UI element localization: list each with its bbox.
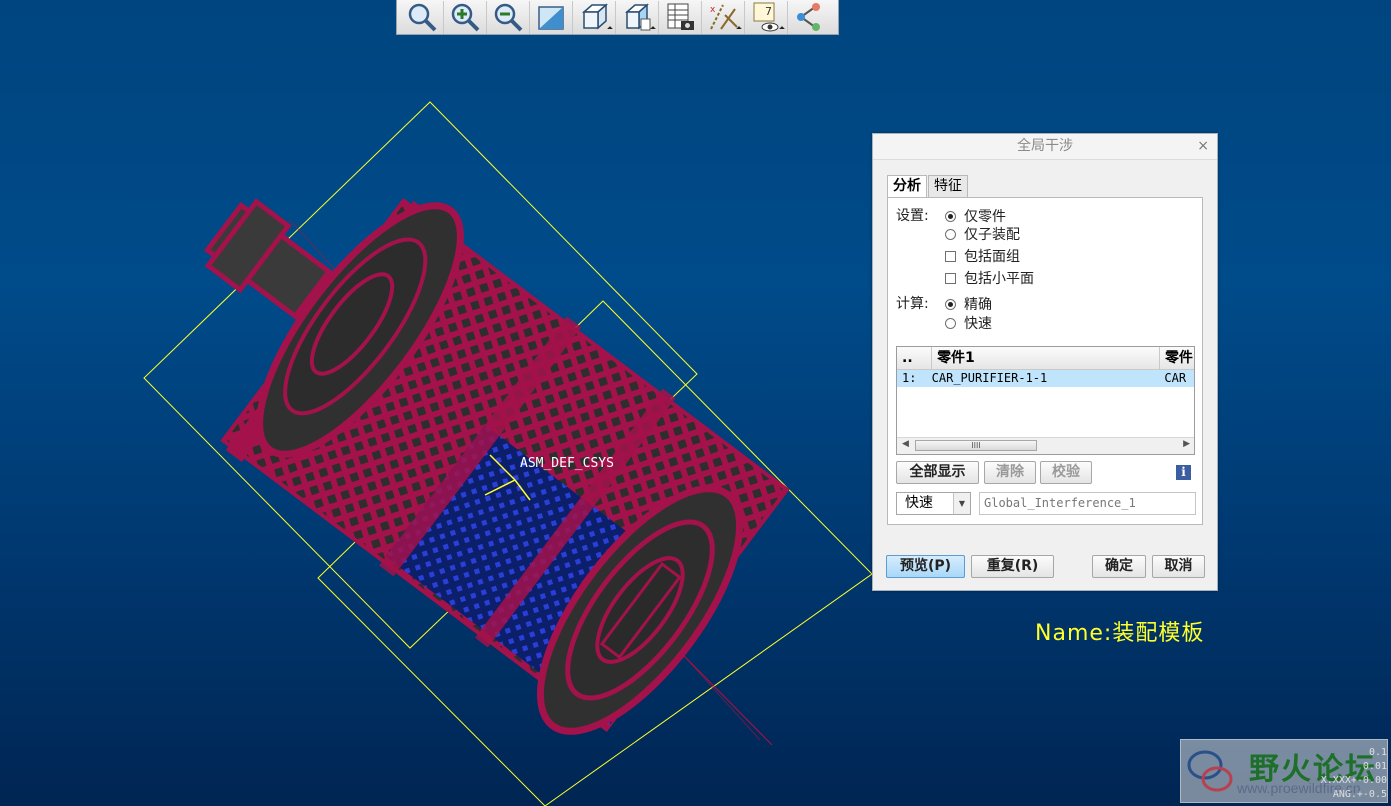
ok-button[interactable]: 确定 — [1092, 555, 1146, 578]
tab-analysis[interactable]: 分析 — [887, 175, 927, 198]
radio-parts-only[interactable]: 仅零件 — [945, 206, 1006, 226]
interference-results-list[interactable]: .. 零件1 零件 1: CAR_PURIFIER-1-1 CAR ◀ IIII… — [896, 346, 1195, 455]
tolerance-readout-2: 0.01 — [1362, 761, 1387, 772]
dropdown-arrow-icon — [779, 25, 785, 32]
radio-quick[interactable]: 快速 — [945, 313, 992, 333]
svg-text:x: x — [710, 5, 716, 15]
checkbox-include-quilts[interactable]: 包括面组 — [945, 246, 1020, 266]
radio-selected-icon — [945, 210, 956, 222]
scrollbar-thumb[interactable]: IIII — [915, 440, 1037, 451]
table-row[interactable]: 1: CAR_PURIFIER-1-1 CAR — [897, 370, 1194, 387]
list-header: .. 零件1 零件 — [897, 347, 1194, 370]
butterfly-logo-icon — [1187, 750, 1233, 792]
view-toolbar: x 7 — [396, 0, 839, 35]
csys-label: ASM_DEF_CSYS — [520, 456, 614, 471]
checkbox-icon — [945, 272, 956, 284]
row-part1: CAR_PURIFIER-1-1 — [931, 371, 1048, 385]
repaint-button[interactable] — [530, 0, 573, 34]
radio-unselected-icon — [945, 228, 956, 240]
zoom-out-button[interactable] — [487, 0, 530, 34]
cancel-button[interactable]: 取消 — [1152, 555, 1205, 578]
verify-button[interactable]: 校验 — [1040, 461, 1092, 484]
dialog-title: 全局干涉 — [1017, 138, 1073, 154]
settings-label: 设置: — [896, 208, 929, 224]
spin-center-button[interactable] — [788, 1, 830, 34]
show-all-button[interactable]: 全部显示 — [896, 461, 979, 484]
column-header-part1[interactable]: 零件1 — [932, 347, 1160, 369]
compute-mode-select[interactable]: 快速 ▼ — [896, 492, 971, 515]
radio-unselected-icon — [945, 317, 956, 329]
view-manager-icon — [625, 3, 651, 31]
view-manager-button[interactable] — [616, 0, 659, 34]
repeat-button[interactable]: 重复(R) — [971, 555, 1054, 578]
tab-feature[interactable]: 特征 — [928, 175, 968, 197]
model-name-annotation: Name:装配模板 — [1035, 621, 1205, 646]
dialog-titlebar[interactable]: 全局干涉 × — [873, 134, 1217, 160]
info-icon[interactable]: i — [1176, 465, 1191, 480]
checkbox-label: 包括小平面 — [964, 271, 1034, 287]
compute-mode-value: 快速 — [905, 495, 933, 511]
dropdown-arrow-icon — [650, 25, 656, 32]
tolerance-readout-3: X.XXX+-0.00 — [1320, 775, 1387, 786]
radio-label: 仅子装配 — [964, 227, 1020, 243]
annotation-eye-icon: 7 — [753, 2, 779, 32]
magnifier-icon — [408, 3, 437, 32]
saved-views-button[interactable] — [573, 0, 616, 34]
datum-display-button[interactable]: x — [702, 0, 745, 34]
horizontal-scrollbar[interactable]: ◀ IIII ▶ — [897, 437, 1194, 454]
analysis-name-field[interactable]: Global_Interference_1 — [979, 492, 1196, 515]
datum-display-icon: x — [710, 4, 738, 30]
chevron-down-icon: ▼ — [953, 493, 970, 514]
model-tree-settings-button[interactable] — [659, 0, 702, 34]
global-interference-dialog: 全局干涉 × 分析 特征 设置: 仅零件 仅子装配 包括面组 包括小平面 计算:… — [872, 133, 1218, 591]
radio-label: 精确 — [964, 297, 992, 313]
repaint-icon — [538, 6, 564, 30]
table-camera-icon — [667, 3, 694, 30]
dialog-tabs: 分析 特征 — [887, 175, 969, 198]
tolerance-readout-4: ANG.+-0.5 — [1332, 789, 1387, 800]
row-index: 1: — [902, 371, 917, 385]
checkbox-label: 包括面组 — [964, 249, 1020, 265]
radio-exact[interactable]: 精确 — [945, 294, 992, 314]
spin-center-icon — [797, 3, 820, 31]
radio-selected-icon — [945, 298, 956, 310]
radio-label: 仅零件 — [964, 209, 1006, 225]
zoom-fit-button[interactable] — [401, 0, 444, 34]
row-part2: CAR — [1164, 371, 1187, 385]
column-header-index[interactable]: .. — [897, 347, 933, 369]
scroll-right-icon[interactable]: ▶ — [1183, 439, 1190, 449]
clear-button[interactable]: 清除 — [984, 461, 1036, 484]
scroll-left-icon[interactable]: ◀ — [902, 439, 909, 449]
compute-label: 计算: — [896, 296, 929, 312]
preview-button[interactable]: 预览(P) — [886, 555, 965, 578]
column-header-part2[interactable]: 零件 — [1160, 347, 1194, 369]
tolerance-readout-1: 0.1 — [1368, 747, 1387, 758]
dropdown-arrow-icon — [736, 25, 742, 32]
cube-icon — [582, 3, 608, 30]
analysis-panel: 设置: 仅零件 仅子装配 包括面组 包括小平面 计算: 精确 快速 .. 零件1… — [887, 197, 1203, 525]
checkbox-include-facets[interactable]: 包括小平面 — [945, 268, 1034, 288]
dropdown-arrow-icon — [607, 25, 613, 32]
radio-subassemblies-only[interactable]: 仅子装配 — [945, 224, 1020, 244]
checkbox-icon — [945, 250, 956, 262]
svg-text:7: 7 — [765, 5, 772, 18]
zoom-out-icon — [494, 3, 523, 32]
zoom-in-icon — [451, 3, 480, 32]
close-icon[interactable]: × — [1197, 134, 1209, 159]
radio-label: 快速 — [964, 316, 992, 332]
annotation-display-button[interactable]: 7 — [745, 0, 788, 34]
zoom-in-button[interactable] — [444, 0, 487, 34]
